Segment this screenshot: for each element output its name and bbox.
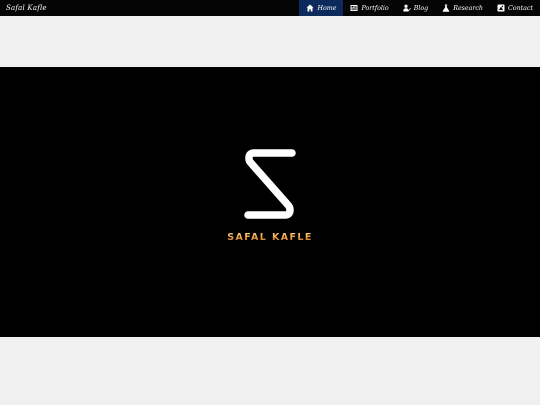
nav-item-label: Blog bbox=[413, 4, 429, 12]
nav-item-research[interactable]: Research bbox=[435, 0, 490, 16]
nav-item-label: Portfolio bbox=[361, 4, 389, 12]
nav-item-contact[interactable]: Contact bbox=[490, 0, 540, 16]
hero-name: SAFAL KAFLE bbox=[0, 232, 540, 243]
portfolio-icon bbox=[350, 4, 358, 12]
top-navbar: Safal Kafle Home Portfolio Blog Research bbox=[0, 0, 540, 16]
nav-item-blog[interactable]: Blog bbox=[396, 0, 435, 16]
blog-icon bbox=[402, 4, 411, 12]
main-nav: Home Portfolio Blog Research Contact bbox=[299, 0, 540, 16]
nav-item-home[interactable]: Home bbox=[299, 0, 344, 16]
nav-item-label: Home bbox=[317, 4, 337, 12]
brand-link[interactable]: Safal Kafle bbox=[6, 0, 47, 16]
nav-item-portfolio[interactable]: Portfolio bbox=[343, 0, 395, 16]
nav-item-label: Contact bbox=[507, 4, 533, 12]
s-logo-icon bbox=[244, 144, 296, 224]
home-icon bbox=[306, 4, 314, 12]
contact-icon bbox=[497, 4, 505, 12]
flask-icon bbox=[442, 4, 450, 12]
nav-item-label: Research bbox=[453, 4, 483, 12]
